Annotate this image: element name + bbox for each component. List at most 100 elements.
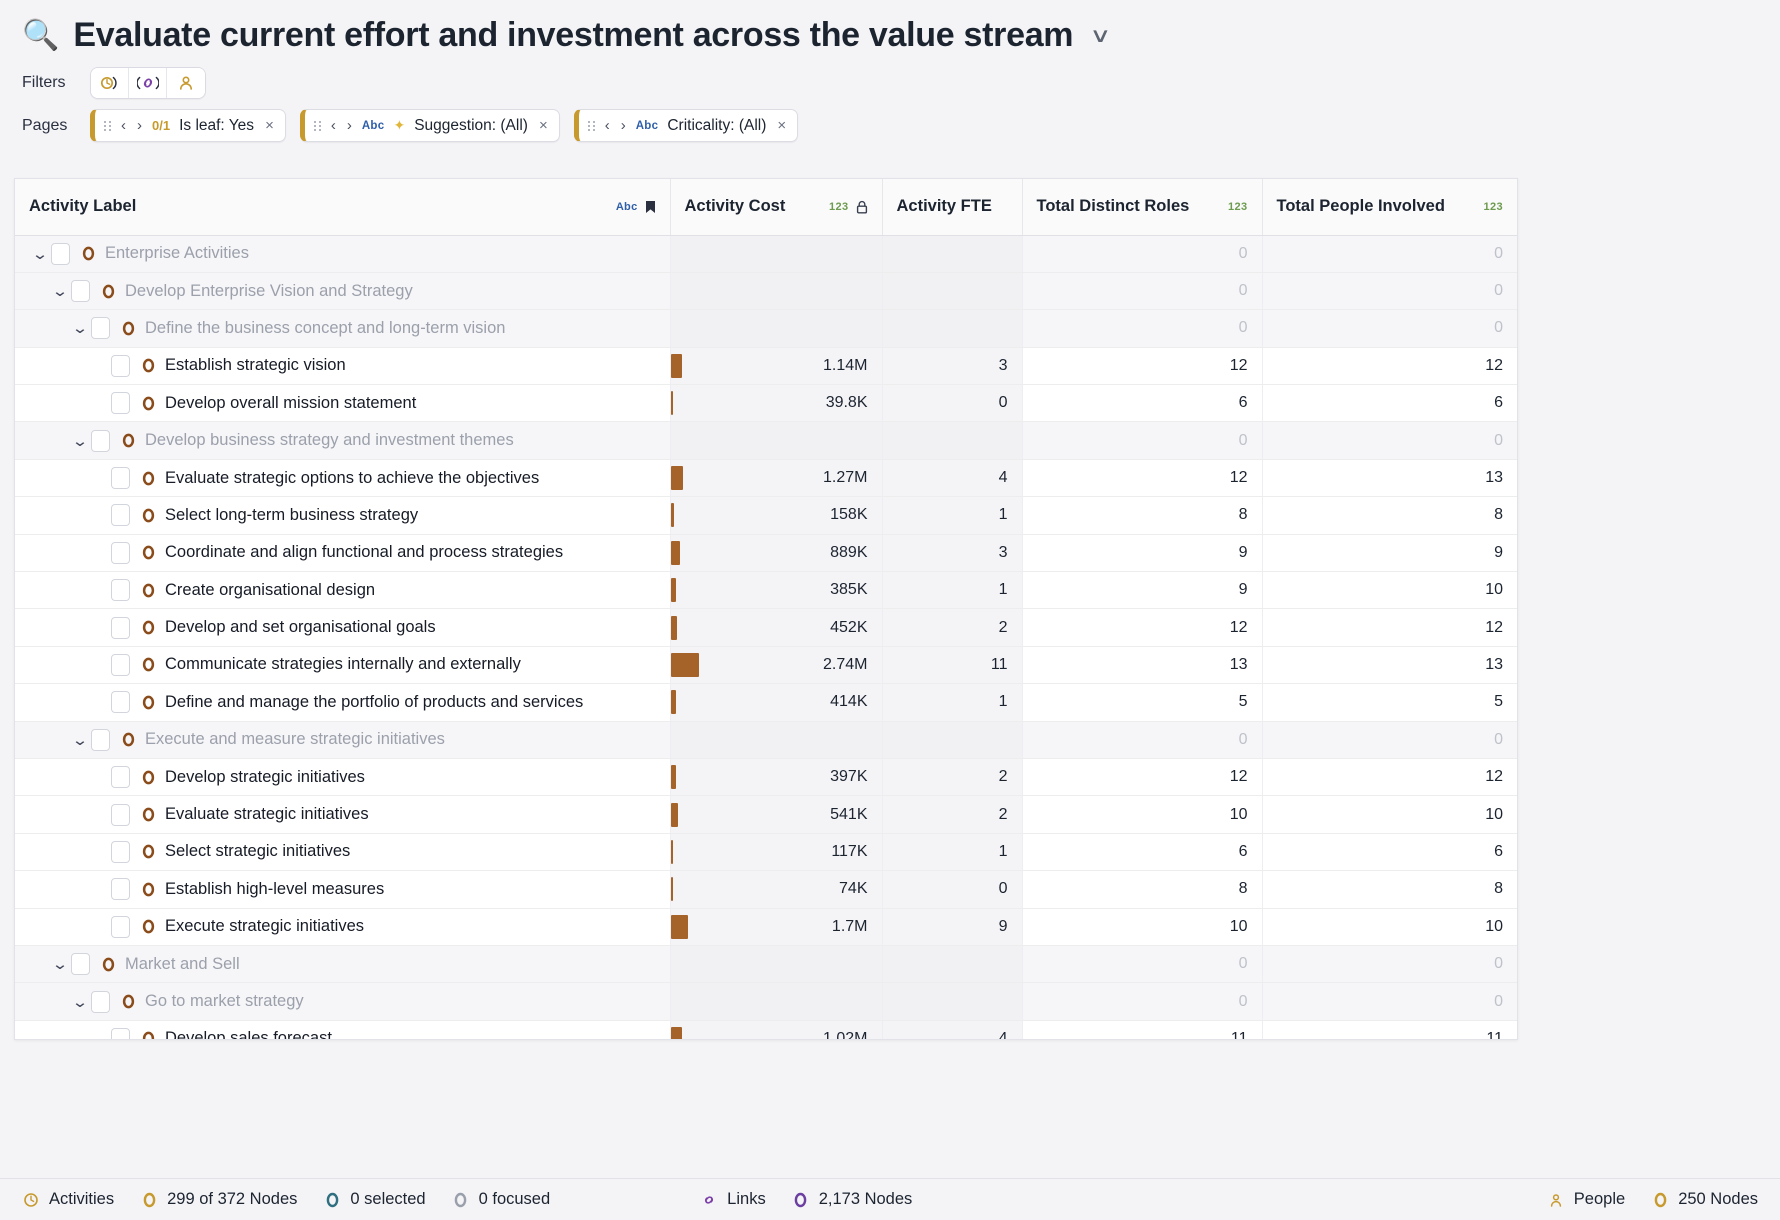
drag-handle-icon[interactable] [587,120,595,131]
cell-total-distinct-roles[interactable]: 12 [1022,347,1263,386]
cell-total-distinct-roles[interactable]: 9 [1022,534,1263,573]
cell-activity-label[interactable]: ⌄ Define the business concept and long-te… [15,309,671,348]
expand-chevron-icon[interactable]: ⌄ [45,282,75,300]
cell-activity-fte[interactable] [882,272,1023,311]
cell-total-distinct-roles[interactable]: 8 [1022,870,1263,909]
cell-activity-label[interactable]: ⌄Define and manage the portfolio of prod… [15,683,671,722]
cell-activity-fte[interactable] [882,945,1023,984]
page-prev-icon[interactable]: ‹ [330,117,337,134]
page-prev-icon[interactable]: ‹ [120,117,127,134]
cell-activity-label[interactable]: ⌄Develop sales forecast [15,1020,671,1039]
cell-activity-label[interactable]: ⌄Execute strategic initiatives [15,908,671,946]
cell-activity-fte[interactable] [882,721,1023,759]
row-checkbox[interactable] [111,392,130,415]
page-close-icon[interactable]: × [265,117,274,134]
link-filter-icon[interactable] [129,68,167,98]
cell-activity-label[interactable]: ⌄Evaluate strategic initiatives [15,795,671,834]
cell-activity-fte[interactable] [882,421,1023,460]
cell-total-distinct-roles[interactable]: 10 [1022,908,1263,946]
col-total-distinct-roles[interactable]: Total Distinct Roles 123 [1022,179,1263,236]
expand-chevron-icon[interactable]: ⌄ [65,993,95,1011]
table-row[interactable]: ⌄Develop strategic initiatives 397K 2 12 12 [15,758,1517,797]
cell-activity-label[interactable]: ⌄Develop strategic initiatives [15,758,671,797]
cell-total-distinct-roles[interactable]: 12 [1022,608,1263,647]
cell-total-people-involved[interactable]: 10 [1262,571,1517,610]
cell-total-people-involved[interactable]: 10 [1262,908,1517,946]
cell-total-people-involved[interactable]: 11 [1262,1020,1517,1039]
cell-total-distinct-roles[interactable]: 12 [1022,758,1263,797]
cell-activity-cost[interactable] [670,309,883,348]
cell-total-people-involved[interactable]: 13 [1262,459,1517,498]
cell-activity-fte[interactable]: 4 [882,459,1023,498]
cell-total-people-involved[interactable]: 0 [1262,272,1517,311]
cell-activity-label[interactable]: ⌄Evaluate strategic options to achieve t… [15,459,671,498]
row-checkbox[interactable] [111,354,130,377]
drag-handle-icon[interactable] [104,120,111,131]
table-row[interactable]: ⌄Select long-term business strategy 158K 1… [15,496,1517,535]
cell-total-distinct-roles[interactable]: 6 [1022,833,1263,872]
cell-activity-fte[interactable]: 1 [882,496,1023,535]
cell-activity-fte[interactable]: 9 [882,908,1023,946]
cell-total-people-involved[interactable]: 0 [1262,421,1517,460]
page-chip-criticality[interactable]: ‹ › Abc Criticality: (All) × [573,109,799,142]
cell-total-distinct-roles[interactable]: 5 [1022,683,1263,722]
cell-activity-cost[interactable]: 1.02M [670,1020,883,1039]
status-activities[interactable]: Activities [22,1190,114,1209]
cell-activity-label[interactable]: ⌄Communicate strategies internally and e… [15,646,671,685]
table-row[interactable]: ⌄Communicate strategies internally and e… [15,646,1517,685]
cell-activity-cost[interactable]: 74K [670,870,883,909]
cell-total-distinct-roles[interactable]: 12 [1022,459,1263,498]
row-checkbox[interactable] [111,840,130,863]
cell-activity-label[interactable]: ⌄ Enterprise Activities [15,235,671,273]
status-people[interactable]: People [1547,1190,1625,1209]
cell-activity-cost[interactable]: 397K [670,758,883,797]
cell-total-people-involved[interactable]: 12 [1262,347,1517,386]
cell-total-people-involved[interactable]: 8 [1262,496,1517,535]
page-next-icon[interactable]: › [620,117,627,134]
cell-activity-fte[interactable]: 0 [882,384,1023,423]
table-row[interactable]: ⌄Establish high-level measures 74K 0 8 8 [15,870,1517,909]
cell-activity-fte[interactable] [882,982,1023,1021]
cell-activity-cost[interactable]: 1.7M [670,908,883,946]
cell-activity-fte[interactable]: 2 [882,608,1023,647]
cell-activity-fte[interactable]: 1 [882,833,1023,872]
cell-total-distinct-roles[interactable]: 6 [1022,384,1263,423]
cell-activity-cost[interactable]: 117K [670,833,883,872]
cell-activity-cost[interactable]: 1.14M [670,347,883,386]
cell-activity-fte[interactable]: 2 [882,795,1023,834]
cell-total-distinct-roles[interactable]: 0 [1022,982,1263,1021]
cell-activity-label[interactable]: ⌄ Go to market strategy [15,982,671,1021]
cell-total-distinct-roles[interactable]: 13 [1022,646,1263,685]
col-activity-cost[interactable]: Activity Cost 123 [670,179,883,236]
cell-total-people-involved[interactable]: 0 [1262,982,1517,1021]
cell-total-distinct-roles[interactable]: 0 [1022,945,1263,984]
expand-chevron-icon[interactable]: ⌄ [65,731,95,749]
table-row[interactable]: ⌄ Define the business concept and long-te… [15,309,1517,348]
page-next-icon[interactable]: › [136,117,143,134]
expand-chevron-icon[interactable]: ⌄ [65,432,95,450]
cell-activity-cost[interactable]: 385K [670,571,883,610]
cell-total-people-involved[interactable]: 6 [1262,384,1517,423]
expand-chevron-icon[interactable]: ⌄ [25,245,55,263]
table-row[interactable]: ⌄ Develop business strategy and investmen… [15,421,1517,460]
cell-activity-cost[interactable] [670,235,883,273]
cell-total-distinct-roles[interactable]: 0 [1022,235,1263,273]
activity-filter-icon[interactable] [91,68,129,98]
status-links[interactable]: Links [700,1190,766,1209]
table-row[interactable]: ⌄Develop sales forecast 1.02M 4 11 11 [15,1020,1517,1039]
status-selected[interactable]: 0 selected [323,1190,426,1209]
col-total-people-involved[interactable]: Total People Involved 123 [1262,179,1517,236]
people-filter-icon[interactable] [167,68,205,98]
cell-total-people-involved[interactable]: 0 [1262,945,1517,984]
cell-activity-label[interactable]: ⌄Create organisational design [15,571,671,610]
cell-activity-fte[interactable]: 4 [882,1020,1023,1039]
row-checkbox[interactable] [111,541,130,564]
cell-activity-label[interactable]: ⌄Establish strategic vision [15,347,671,386]
cell-activity-fte[interactable] [882,309,1023,348]
cell-total-people-involved[interactable]: 0 [1262,309,1517,348]
cell-activity-cost[interactable] [670,982,883,1021]
cell-total-people-involved[interactable]: 6 [1262,833,1517,872]
cell-activity-cost[interactable]: 39.8K [670,384,883,423]
status-link-nodes[interactable]: 2,173 Nodes [792,1190,912,1209]
col-activity-fte[interactable]: Activity FTE [882,179,1023,236]
